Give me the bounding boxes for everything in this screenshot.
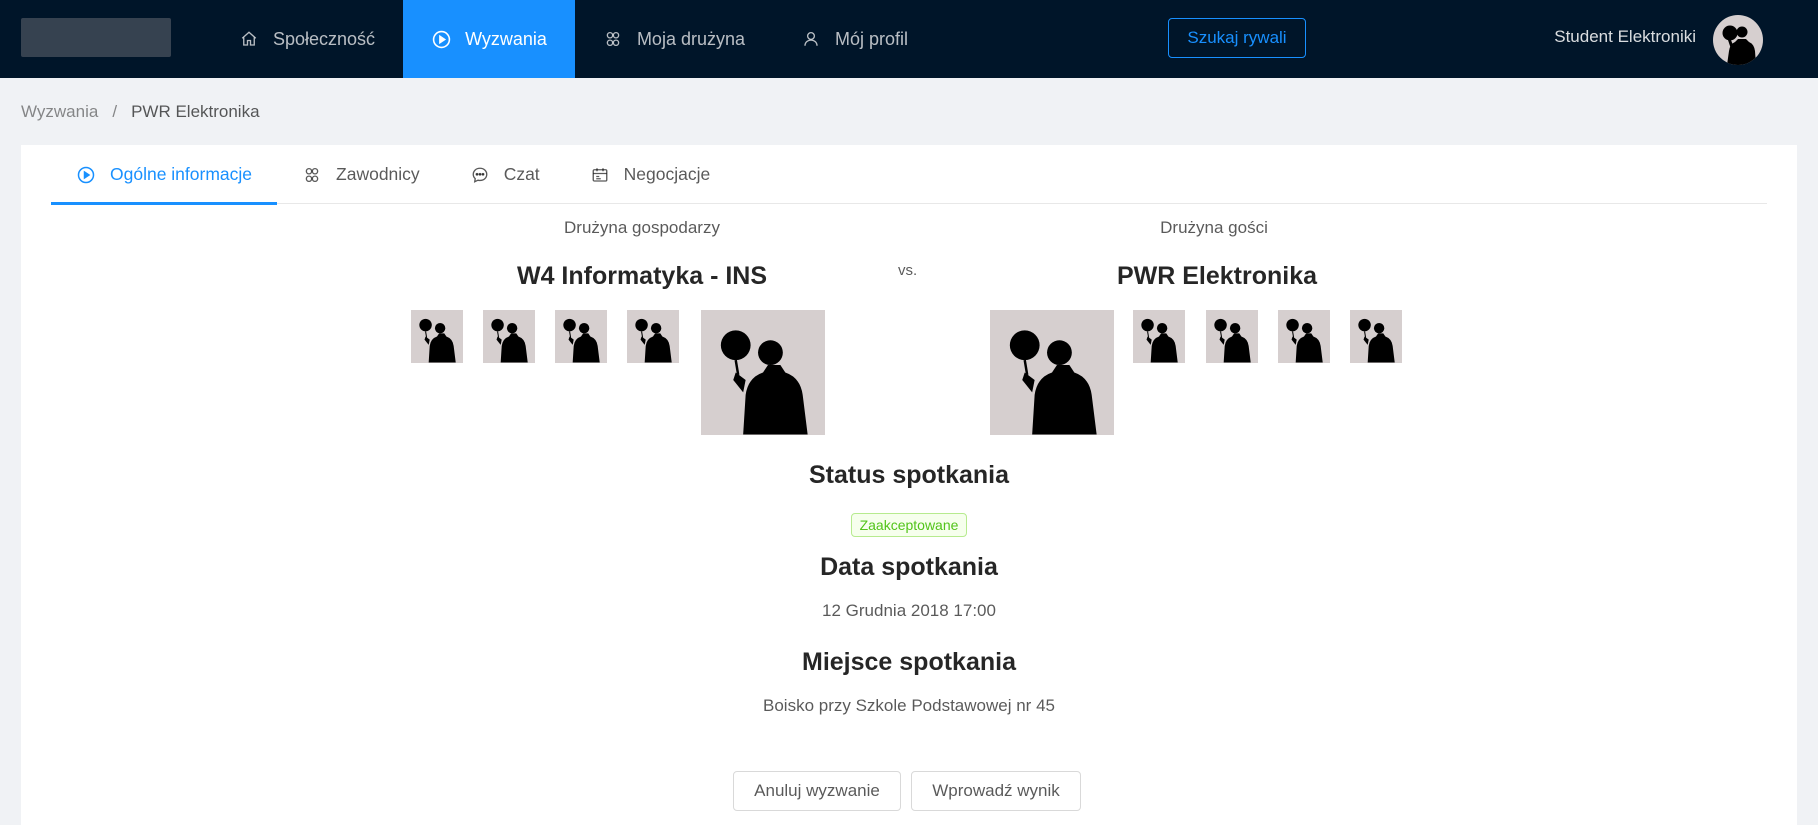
breadcrumb-current: PWR Elektronika [131,102,260,121]
tab-negotiations[interactable]: Negocjacje [565,145,736,204]
team-icon [302,165,322,185]
nav-label: Moja drużyna [636,28,745,49]
nav-item-my-profile[interactable]: Mój profil [773,0,936,78]
player-silhouette-icon [720,330,808,435]
tab-label: Ogólne informacje [110,164,253,184]
top-header: Społeczność Wyzwania Moja drużyna Mój pr… [0,0,1818,78]
nav-label: Mój profil [835,28,909,49]
breadcrumb: Wyzwania / PWR Elektronika [21,102,260,122]
place-value: Boisko przy Szkole Podstawowej nr 45 [763,696,1055,715]
schedule-icon [590,165,610,185]
tab-label: Zawodnicy [336,164,420,184]
challenge-details-card: Ogólne informacje Zawodnicy Czat Negocja… [21,145,1797,825]
player-silhouette-icon [1009,330,1097,435]
cancel-challenge-button[interactable]: Anuluj wyzwanie [733,771,901,811]
player-avatar[interactable] [1278,310,1330,363]
captain-avatar[interactable] [990,310,1114,435]
player-avatar[interactable] [1350,310,1402,363]
play-circle-icon [431,29,451,49]
main-nav: Społeczność Wyzwania Moja drużyna Mój pr… [211,0,936,78]
tab-bar: Ogólne informacje Zawodnicy Czat Negocja… [51,145,1767,205]
player-avatar[interactable] [1133,310,1185,363]
date-title: Data spotkania [820,553,998,581]
date-value: 12 Grudnia 2018 17:00 [822,601,996,620]
tab-label: Czat [503,164,540,184]
home-icon [239,29,259,49]
captain-avatar[interactable] [701,310,825,435]
nav-item-my-team[interactable]: Moja drużyna [575,0,773,78]
status-badge: Zaakceptowane [850,513,968,537]
nav-label: Społeczność [273,28,376,49]
player-silhouette-icon [1141,318,1178,363]
avatar[interactable] [1713,15,1763,65]
enter-result-button[interactable]: Wprowadź wynik [911,771,1081,811]
player-avatar[interactable] [483,310,535,363]
tab-label: Negocjacje [623,164,711,184]
search-rivals-button[interactable]: Szukaj rywali [1168,18,1306,58]
breadcrumb-separator: / [112,102,118,121]
tab-chat[interactable]: Czat [445,145,565,204]
user-icon [801,29,821,49]
status-title: Status spotkania [808,461,1010,489]
away-team-caption: Drużyna gości [1160,218,1268,237]
versus-label: vs. [898,262,918,279]
player-silhouette-icon [635,318,672,363]
team-icon [603,29,623,49]
player-avatar[interactable] [1206,310,1258,363]
player-silhouette-icon [1214,318,1251,363]
message-icon [470,165,490,185]
tab-general-info[interactable]: Ogólne informacje [51,145,278,205]
nav-label: Wyzwania [465,28,547,49]
home-team-caption: Drużyna gospodarzy [564,218,720,237]
nav-item-challenges[interactable]: Wyzwania [403,0,575,78]
home-team-name[interactable]: W4 Informatyka - INS [452,262,832,291]
tab-players[interactable]: Zawodnicy [277,145,445,204]
player-avatar[interactable] [411,310,463,363]
player-silhouette-icon [1722,25,1756,65]
away-team-name[interactable]: PWR Elektronika [1027,262,1407,291]
breadcrumb-link-challenges[interactable]: Wyzwania [21,102,98,122]
player-silhouette-icon [491,318,528,363]
player-avatar[interactable] [627,310,679,363]
place-title: Miejsce spotkania [802,648,1016,676]
play-circle-icon [76,165,96,185]
player-silhouette-icon [1358,318,1395,363]
user-name[interactable]: Student Elektroniki [1554,27,1696,47]
nav-item-community[interactable]: Społeczność [211,0,403,78]
player-avatar[interactable] [555,310,607,363]
player-silhouette-icon [419,318,456,363]
player-silhouette-icon [563,318,600,363]
status-badge-wrap: Zaakceptowane [21,513,1797,537]
player-silhouette-icon [1286,318,1323,363]
app-logo[interactable] [21,18,171,57]
